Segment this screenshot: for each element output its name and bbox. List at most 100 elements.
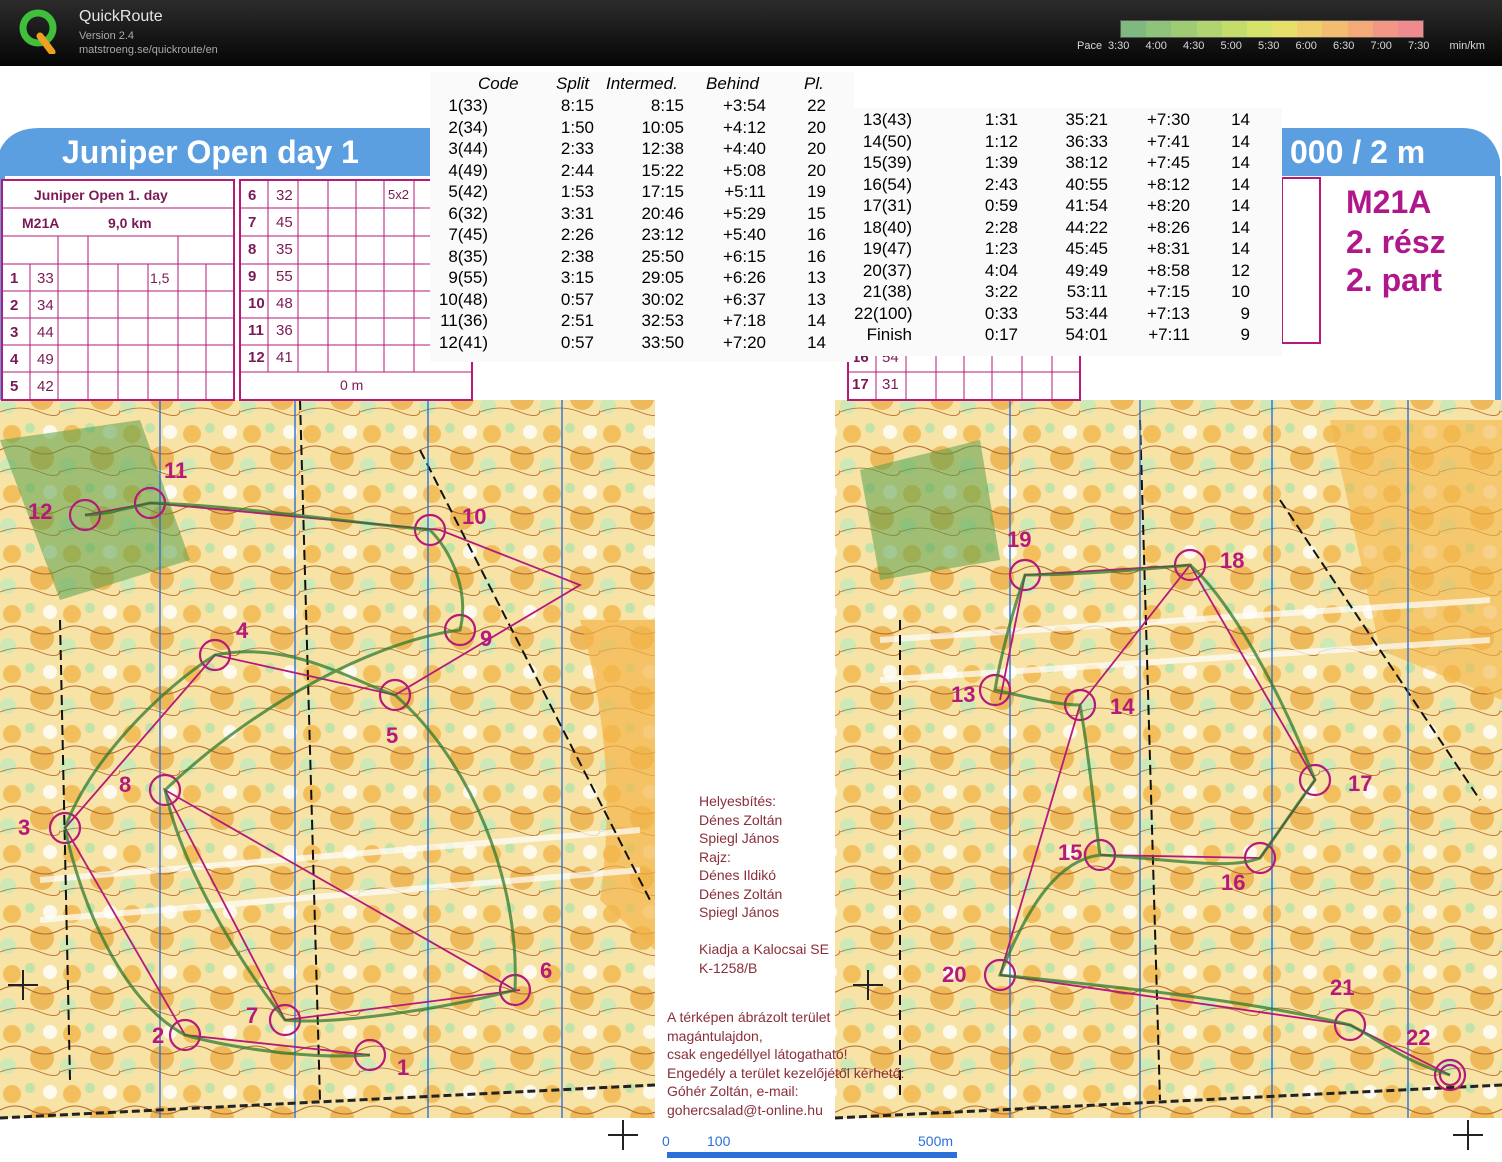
control-number: 4	[10, 351, 19, 368]
pace-tick: 6:00	[1295, 40, 1317, 52]
split-cell: 12(41)	[438, 332, 488, 352]
split-cell: +5:40	[722, 225, 766, 244]
split-cell: 1(33)	[448, 96, 488, 115]
split-cell: 16(54)	[862, 174, 912, 194]
split-row: 21(38) 3:22 53:11 +7:15 10	[854, 282, 1278, 303]
app-url[interactable]: matstroeng.se/quickroute/en	[79, 44, 218, 56]
split-cell: +8:58	[1146, 260, 1190, 280]
split-header-1: Split	[556, 74, 590, 93]
split-cell: 22	[807, 96, 826, 115]
map-credits: Helyesbítés: Dénes Zoltán Spiegl János Rajz…	[699, 792, 829, 977]
control-number: 8	[248, 241, 257, 258]
split-cell: 2(34)	[448, 117, 488, 137]
split-cell: +7:18	[722, 311, 766, 330]
control-label-13: 13	[951, 682, 976, 707]
split-row: 14(50) 1:12 36:33 +7:41 14	[854, 132, 1278, 153]
pace-swatch	[1121, 21, 1147, 37]
credit-line: Spiegl János	[699, 830, 780, 846]
pace-tick: 7:30	[1408, 40, 1430, 52]
course-part-en: 2. part	[1346, 262, 1443, 298]
credit-line: Helyesbítés:	[699, 793, 777, 809]
split-cell: 19	[807, 182, 826, 201]
control-code: 55	[276, 268, 293, 285]
split-cell: 22(100)	[854, 303, 913, 323]
pace-swatch	[1297, 21, 1323, 37]
control-number: 3	[10, 324, 19, 341]
split-cell: 16	[807, 246, 826, 266]
control-label-10: 10	[462, 504, 487, 529]
control-code: 36	[276, 322, 293, 339]
split-row: 18(40) 2:28 44:22 +8:26 14	[854, 218, 1278, 239]
split-cell: 12	[1231, 260, 1250, 280]
map-title-left: Juniper Open day 1	[62, 134, 359, 170]
split-row: 4(49) 2:44 15:22 +5:08 20	[430, 161, 854, 182]
credit-line: Kiadja a Kalocsai SE	[699, 941, 829, 957]
split-cell: Finish	[866, 325, 912, 344]
quickroute-logo-icon	[19, 9, 57, 54]
pace-tick: 3:30	[1108, 40, 1130, 52]
split-row: 6(32) 3:31 20:46 +5:29 15	[430, 204, 854, 225]
split-table-1: Code Split Intermed. Behind Pl. 1(33) 8:15 8:15…	[430, 72, 854, 362]
notice-line: csak engedéllyel látogatható!	[667, 1046, 848, 1062]
app-name: QuickRoute	[79, 8, 163, 25]
pace-tick: 7:00	[1370, 40, 1392, 52]
split-cell: 20	[807, 117, 826, 137]
control-label-9: 9	[480, 626, 493, 651]
control-label-16: 16	[1221, 870, 1246, 895]
split-row: 12(41) 0:57 33:50 +7:20 14	[430, 333, 854, 354]
notice-line: A térképen ábrázolt terület	[667, 1009, 831, 1025]
split-cell: +6:15	[722, 246, 766, 266]
split-cell: 13(43)	[862, 110, 912, 129]
pace-tick: 6:30	[1333, 40, 1355, 52]
control-label-5: 5	[386, 723, 399, 748]
split-cell: +8:26	[1146, 217, 1190, 237]
split-cell: +6:37	[722, 289, 766, 309]
split-row: 2(34) 1:50 10:05 +4:12 20	[430, 118, 854, 139]
split-cell: 13	[807, 268, 826, 287]
split-row: Finish 0:17 54:01 +7:11 9	[854, 325, 1278, 346]
control-code: 45	[276, 214, 293, 231]
split-cell: +5:29	[722, 203, 766, 223]
control-label-14: 14	[1110, 694, 1135, 719]
split-cell: +7:13	[1146, 303, 1190, 323]
split-cell: 14	[1231, 239, 1250, 258]
control-number: 6	[248, 187, 257, 204]
split-cell: 15(39)	[862, 153, 912, 172]
control-number: 7	[248, 214, 257, 231]
split-cell: 14	[807, 332, 826, 352]
split-header: Code Split Intermed. Behind Pl.	[430, 74, 854, 95]
app-version: Version 2.4	[79, 30, 135, 42]
credit-line: Dénes Ildikó	[699, 867, 777, 883]
scale-0: 0	[662, 1133, 670, 1149]
control-label-7: 7	[246, 1003, 259, 1028]
split-row: 16(54) 2:43 40:55 +8:12 14	[854, 175, 1278, 196]
scale-500m: 500m	[918, 1133, 954, 1149]
split-cell: +3:54	[722, 96, 766, 115]
split-cell: 21(38)	[862, 282, 912, 301]
pace-tick: 4:30	[1183, 40, 1205, 52]
control-code: 42	[37, 378, 54, 395]
pace-tick: 5:00	[1220, 40, 1242, 52]
split-cell: 10	[1231, 282, 1250, 301]
split-cell: 14	[1231, 110, 1250, 129]
control-label-20: 20	[942, 962, 967, 987]
control-code: 41	[276, 349, 293, 366]
split-cell: 5(42)	[448, 182, 488, 201]
split-row: 3(44) 2:33 12:38 +4:40 20	[430, 139, 854, 160]
split-cell: +5:11	[724, 182, 766, 201]
control-label-15: 15	[1058, 840, 1083, 865]
control-extra: 5x2	[388, 187, 409, 202]
control-label-4: 4	[236, 618, 249, 643]
credit-line: Rajz:	[699, 848, 731, 865]
split-cell: 17(31)	[862, 196, 912, 215]
split-header-4: Pl.	[804, 74, 824, 93]
split-cell: +4:40	[722, 139, 766, 158]
notice-line: Engedély a terület kezelőjétől kérhető:	[667, 1064, 905, 1081]
pace-swatch	[1322, 21, 1348, 37]
split-row: 11(36) 2:51 32:53 +7:18 14	[430, 311, 854, 332]
split-cell: 14	[1231, 153, 1250, 172]
credit-line: K-1258/B	[699, 959, 758, 976]
pace-swatch	[1196, 21, 1222, 37]
pace-swatch	[1272, 21, 1298, 37]
split-cell: +7:30	[1146, 110, 1190, 129]
